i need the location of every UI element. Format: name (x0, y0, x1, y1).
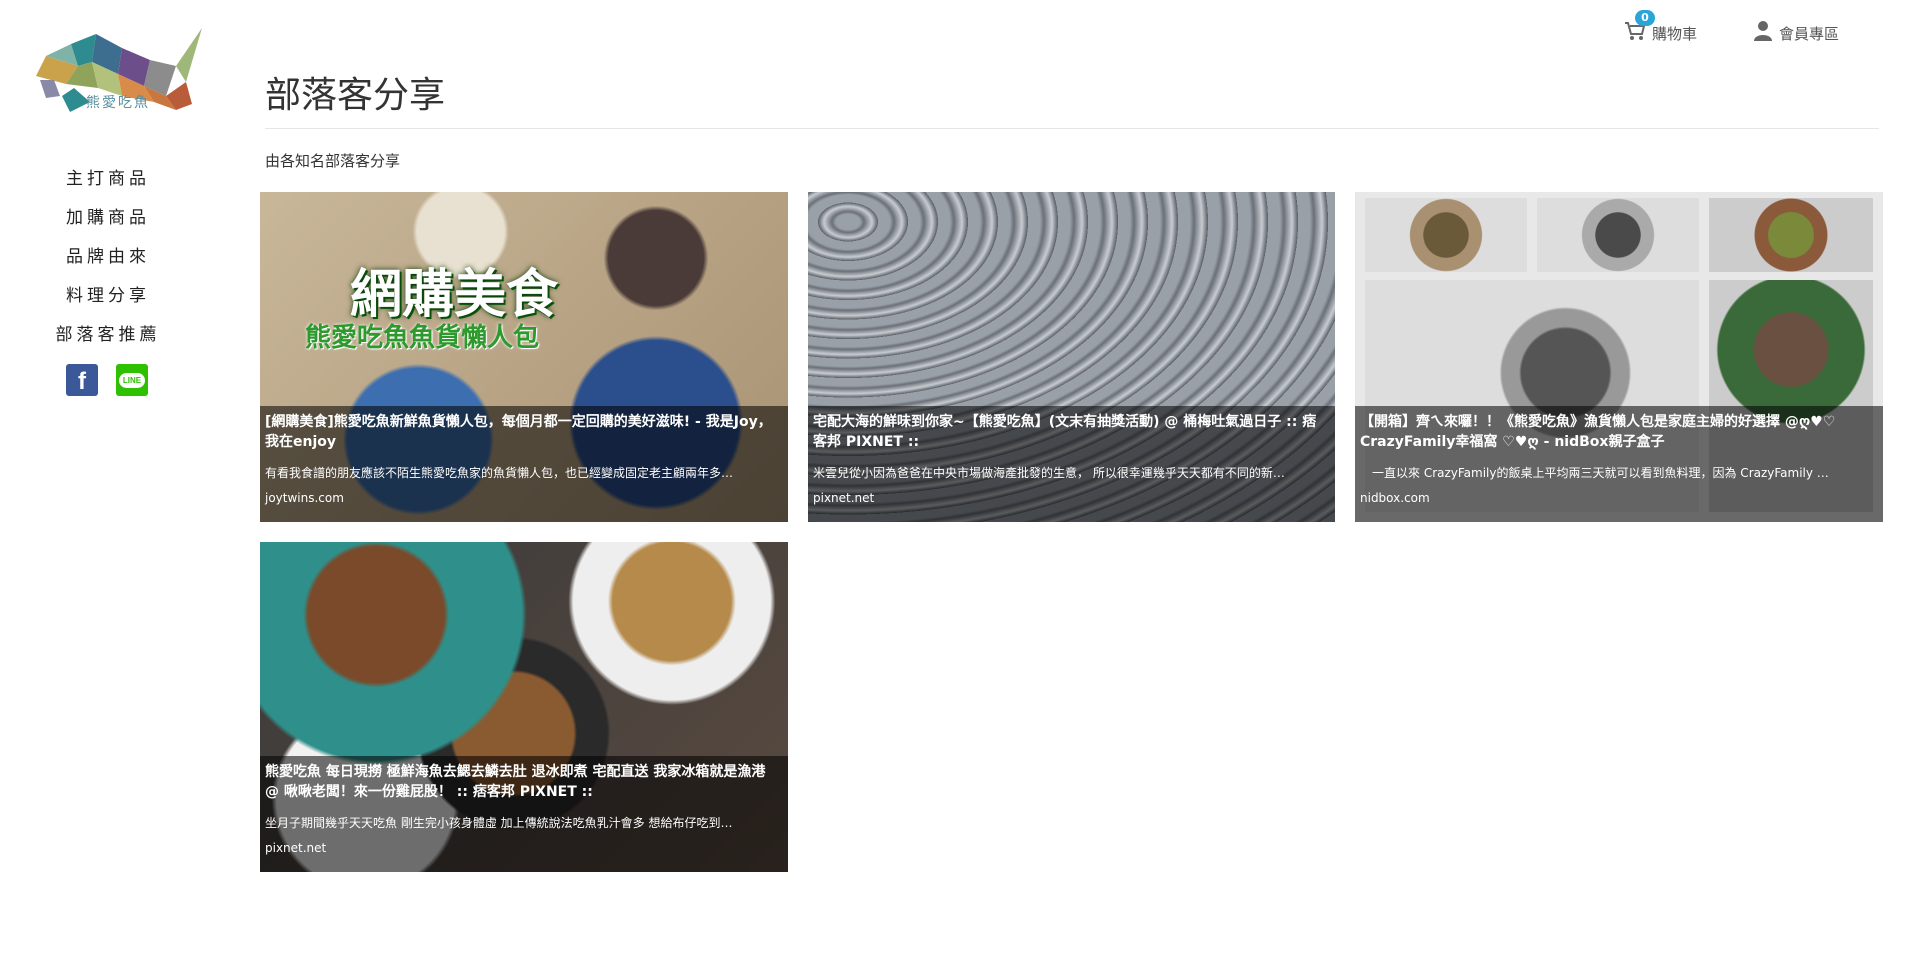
card-title: 宅配大海的鮮味到你家~【熊愛吃魚】(文末有抽獎活動) @ 桶梅吐氣過日子 :: … (813, 414, 1317, 450)
card-title: 【開箱】齊ㄟ來囉！！《熊愛吃魚》漁貨懶人包是家庭主婦的好選擇 @ღ♥♡ Craz… (1360, 414, 1836, 450)
card-description: 有看我食譜的朋友應該不陌生熊愛吃魚家的魚貨懶人包，也已經變成固定老主顧兩年多… (265, 466, 734, 480)
nav-item-featured-products[interactable]: 主打商品 (0, 160, 216, 199)
sidebar: 熊愛吃魚 主打商品 加購商品 品牌由來 料理分享 部落客推薦 f LINE (0, 0, 216, 959)
card-description: 一直以來 CrazyFamily的飯桌上平均兩三天就可以看到魚料理，因為 Cra… (1360, 466, 1829, 480)
page-subtitle: 由各知名部落客分享 (265, 152, 401, 170)
title-divider (265, 128, 1879, 129)
card-domain: nidbox.com (1360, 491, 1430, 505)
nav-item-addon-products[interactable]: 加購商品 (0, 199, 216, 238)
card-domain: pixnet.net (813, 491, 875, 505)
nav-item-recipes[interactable]: 料理分享 (0, 277, 216, 316)
card-description: 米雲兒從小因為爸爸在中央市場做海產批發的生意， 所以很幸運幾乎天天都有不同的新… (813, 466, 1285, 480)
member-link[interactable]: 會員專區 (1753, 20, 1839, 46)
blog-card[interactable]: 【開箱】齊ㄟ來囉！！《熊愛吃魚》漁貨懶人包是家庭主婦的好選擇 @ღ♥♡ Craz… (1355, 192, 1883, 522)
cart-link[interactable]: 0 購物車 (1624, 10, 1697, 46)
user-icon (1753, 20, 1773, 46)
card-title: 熊愛吃魚 每日現撈 極鮮海魚去鰓去鱗去肚 退冰即煮 宅配直送 我家冰箱就是漁港 … (265, 764, 766, 800)
card-caption: 熊愛吃魚 每日現撈 極鮮海魚去鰓去鱗去肚 退冰即煮 宅配直送 我家冰箱就是漁港 … (260, 756, 788, 872)
card-caption: 【開箱】齊ㄟ來囉！！《熊愛吃魚》漁貨懶人包是家庭主婦的好選擇 @ღ♥♡ Craz… (1355, 406, 1883, 522)
social-links: f LINE (66, 364, 148, 396)
cart-count-badge: 0 (1634, 10, 1655, 26)
line-icon[interactable]: LINE (116, 364, 148, 396)
nav-item-brand-story[interactable]: 品牌由來 (0, 238, 216, 277)
main-nav: 主打商品 加購商品 品牌由來 料理分享 部落客推薦 (0, 160, 216, 355)
blog-card[interactable]: 宅配大海的鮮味到你家~【熊愛吃魚】(文末有抽獎活動) @ 桶梅吐氣過日子 :: … (808, 192, 1335, 522)
card-domain: joytwins.com (265, 491, 344, 505)
page-title: 部落客分享 (265, 75, 446, 116)
nav-item-blogger-recommendations[interactable]: 部落客推薦 (0, 316, 216, 355)
card-caption: 宅配大海的鮮味到你家~【熊愛吃魚】(文末有抽獎活動) @ 桶梅吐氣過日子 :: … (808, 406, 1335, 522)
card-domain: pixnet.net (265, 841, 327, 855)
brand-logo[interactable]: 熊愛吃魚 (26, 26, 202, 122)
member-label: 會員專區 (1778, 24, 1839, 43)
card-title: [網購美食]熊愛吃魚新鮮魚貨懶人包，每個月都一定回購的美好滋味! - 我是Joy… (265, 414, 772, 450)
facebook-icon[interactable]: f (66, 364, 98, 396)
card-image-headline: 網購美食 (350, 265, 559, 325)
top-bar: 0 購物車 會員專區 (1624, 10, 1839, 46)
blog-card[interactable]: 網購美食 熊愛吃魚魚貨懶人包 [網購美食]熊愛吃魚新鮮魚貨懶人包，每個月都一定回… (260, 192, 788, 522)
card-description: 坐月子期間幾乎天天吃魚 剛生完小孩身體虛 加上傳統說法吃魚乳汁會多 想給布仔吃到… (265, 816, 733, 830)
logo-text: 熊愛吃魚 (86, 95, 150, 111)
blog-card[interactable]: 熊愛吃魚 每日現撈 極鮮海魚去鰓去鱗去肚 退冰即煮 宅配直送 我家冰箱就是漁港 … (260, 542, 788, 872)
card-caption: [網購美食]熊愛吃魚新鮮魚貨懶人包，每個月都一定回購的美好滋味! - 我是Joy… (260, 406, 788, 522)
cart-label: 購物車 (1651, 24, 1697, 43)
card-image-subheadline: 熊愛吃魚魚貨懶人包 (305, 323, 540, 353)
